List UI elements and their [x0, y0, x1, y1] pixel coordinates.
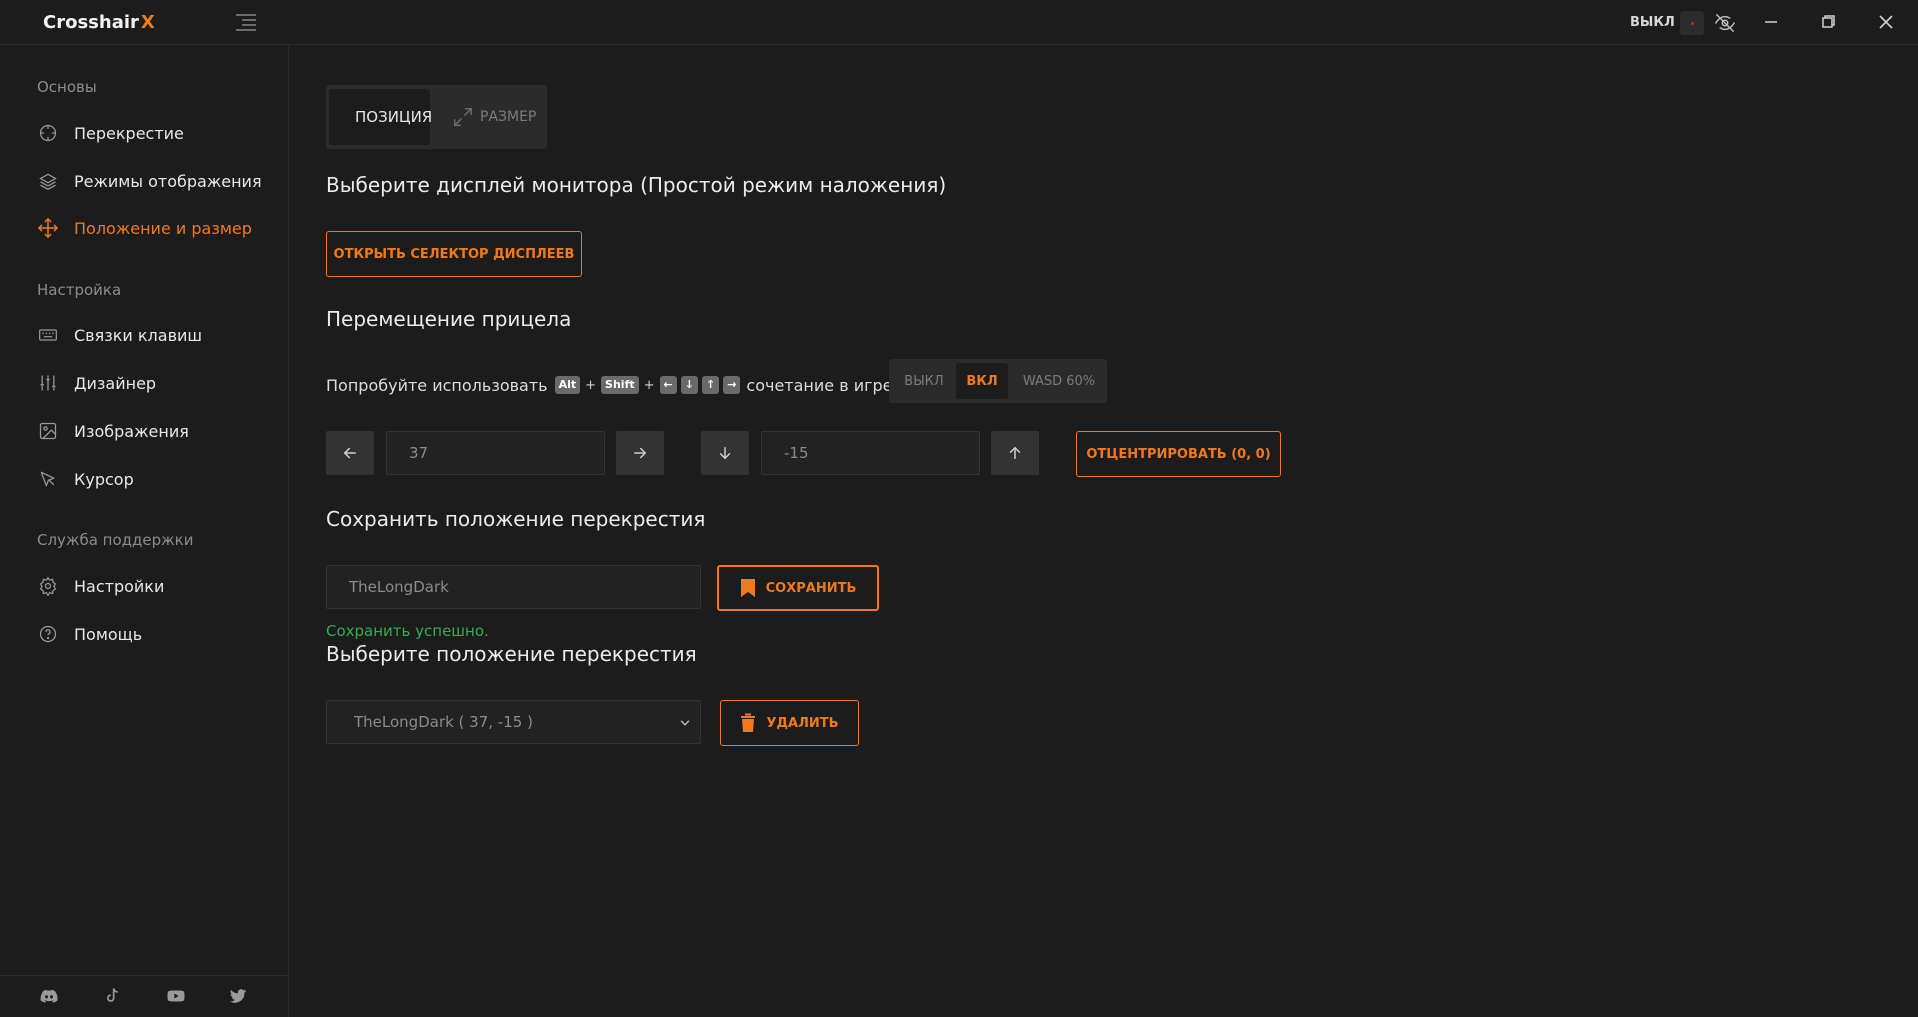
section-title-setup: Настройка — [37, 281, 122, 299]
sidebar-item-position-size[interactable]: Положение и размер — [37, 213, 252, 243]
save-button-label: СОХРАНИТЬ — [765, 580, 857, 596]
chevron-down-icon — [680, 720, 690, 726]
main-content: ПОЗИЦИЯ РАЗМЕР Выберите дисплей монитора… — [290, 45, 1918, 1017]
app-title: Crosshair — [43, 12, 139, 33]
sidebar-item-help[interactable]: Помощь — [37, 619, 142, 649]
y-offset-input[interactable]: -15 — [761, 431, 980, 475]
preset-select[interactable]: TheLongDark ( 37, -15 ) — [326, 700, 701, 744]
discord-icon[interactable] — [39, 986, 61, 1008]
tab-size-label: РАЗМЕР — [480, 109, 537, 125]
move-up-button[interactable] — [991, 431, 1039, 475]
crosshair-icon — [37, 122, 59, 144]
sidebar-item-label: Положение и размер — [74, 218, 252, 238]
keyboard-hint: Попробуйте использовать Alt + Shift + ← … — [326, 375, 893, 395]
preset-select-value: TheLongDark ( 37, -15 ) — [354, 713, 533, 731]
arrow-up-icon — [1009, 447, 1021, 459]
help-icon — [37, 623, 59, 645]
key-down: ↓ — [680, 376, 698, 394]
sidebar-item-keybinds[interactable]: Связки клавиш — [37, 320, 202, 350]
center-button[interactable]: ОТЦЕНТРИРОВАТЬ (0, 0) — [1076, 431, 1281, 477]
eye-off-icon[interactable] — [1714, 12, 1736, 34]
sidebar-item-label: Перекрестие — [74, 123, 184, 143]
mode-on-option[interactable]: ВКЛ — [956, 363, 1008, 399]
trash-icon — [741, 713, 756, 732]
bookmark-icon — [740, 579, 755, 597]
title-bar: Crosshair X ВЫКЛ — [0, 0, 1918, 45]
layers-icon — [37, 170, 59, 192]
mode-wasd-option[interactable]: WASD 60% — [1015, 363, 1103, 399]
youtube-icon[interactable] — [165, 986, 187, 1008]
sidebar-item-label: Курсор — [74, 469, 134, 489]
image-icon — [37, 420, 59, 442]
sidebar-item-label: Дизайнер — [74, 373, 157, 393]
tab-size[interactable]: РАЗМЕР — [440, 89, 544, 145]
key-right: → — [723, 376, 741, 394]
sidebar-item-cursor[interactable]: Курсор — [37, 464, 134, 494]
x-offset-input[interactable]: 37 — [386, 431, 605, 475]
arrow-right-icon — [634, 447, 646, 459]
tiktok-icon[interactable] — [102, 986, 124, 1008]
sidebar-item-label: Изображения — [74, 421, 189, 441]
keyboard-move-mode-toggle: ВЫКЛ ВКЛ WASD 60% — [889, 359, 1107, 403]
preset-name-input[interactable]: TheLongDark — [326, 565, 701, 609]
open-display-selector-button[interactable]: ОТКРЫТЬ СЕЛЕКТОР ДИСПЛЕЕВ — [326, 231, 582, 277]
select-heading: Выберите положение перекрестия — [326, 642, 697, 666]
move-right-button[interactable] — [616, 431, 664, 475]
sidebar-item-crosshair[interactable]: Перекрестие — [37, 118, 184, 148]
delete-button-label: УДАЛИТЬ — [766, 715, 839, 731]
twitter-icon[interactable] — [228, 986, 250, 1008]
menu-toggle-icon[interactable] — [236, 14, 256, 31]
key-left: ← — [659, 376, 677, 394]
close-icon[interactable] — [1874, 10, 1898, 34]
arrow-down-icon — [719, 447, 731, 459]
crosshair-preview-dot[interactable] — [1680, 11, 1704, 35]
sidebar: Основы Перекрестие Режимы отображения По… — [0, 45, 289, 1017]
save-success-message: Сохранить успешно. — [326, 622, 489, 640]
save-heading: Сохранить положение перекрестия — [326, 507, 706, 531]
move-heading: Перемещение прицела — [326, 307, 572, 331]
sliders-icon — [37, 372, 59, 394]
keyboard-icon — [37, 324, 59, 346]
sidebar-item-label: Связки клавиш — [74, 325, 203, 345]
sidebar-item-label: Помощь — [74, 624, 143, 644]
overlay-status-label: ВЫКЛ — [1630, 15, 1675, 30]
sidebar-item-label: Режимы отображения — [74, 171, 262, 191]
key-alt: Alt — [554, 376, 581, 394]
expand-icon — [454, 108, 472, 126]
section-title-basics: Основы — [37, 78, 97, 96]
social-links — [0, 975, 289, 1017]
mode-off-option[interactable]: ВЫКЛ — [893, 363, 955, 399]
move-icon — [37, 217, 59, 239]
sidebar-item-display-modes[interactable]: Режимы отображения — [37, 166, 262, 196]
hint-prefix: Попробуйте использовать — [326, 375, 548, 395]
key-shift: Shift — [601, 376, 639, 394]
move-left-button[interactable] — [326, 431, 374, 475]
sidebar-item-label: Настройки — [74, 576, 165, 596]
restore-icon[interactable] — [1816, 10, 1840, 34]
cursor-icon — [37, 468, 59, 490]
save-button[interactable]: СОХРАНИТЬ — [717, 565, 879, 611]
arrow-left-icon — [344, 447, 356, 459]
section-title-support: Служба поддержки — [37, 531, 194, 549]
sidebar-item-settings[interactable]: Настройки — [37, 571, 164, 601]
sidebar-item-designer[interactable]: Дизайнер — [37, 368, 156, 398]
sidebar-item-images[interactable]: Изображения — [37, 416, 189, 446]
app-title-accent: X — [140, 12, 155, 33]
delete-button[interactable]: УДАЛИТЬ — [720, 700, 859, 746]
gear-icon — [37, 575, 59, 597]
minimize-icon[interactable] — [1759, 10, 1783, 34]
move-down-button[interactable] — [701, 431, 749, 475]
display-heading: Выберите дисплей монитора (Простой режим… — [326, 173, 947, 197]
key-up: ↑ — [701, 376, 720, 394]
hint-suffix: сочетание в игре — [746, 375, 893, 395]
tab-switcher: ПОЗИЦИЯ РАЗМЕР — [326, 85, 547, 149]
tab-position-label: ПОЗИЦИЯ — [355, 108, 433, 126]
app-logo: Crosshair X — [43, 12, 155, 33]
tab-position[interactable]: ПОЗИЦИЯ — [329, 89, 433, 145]
